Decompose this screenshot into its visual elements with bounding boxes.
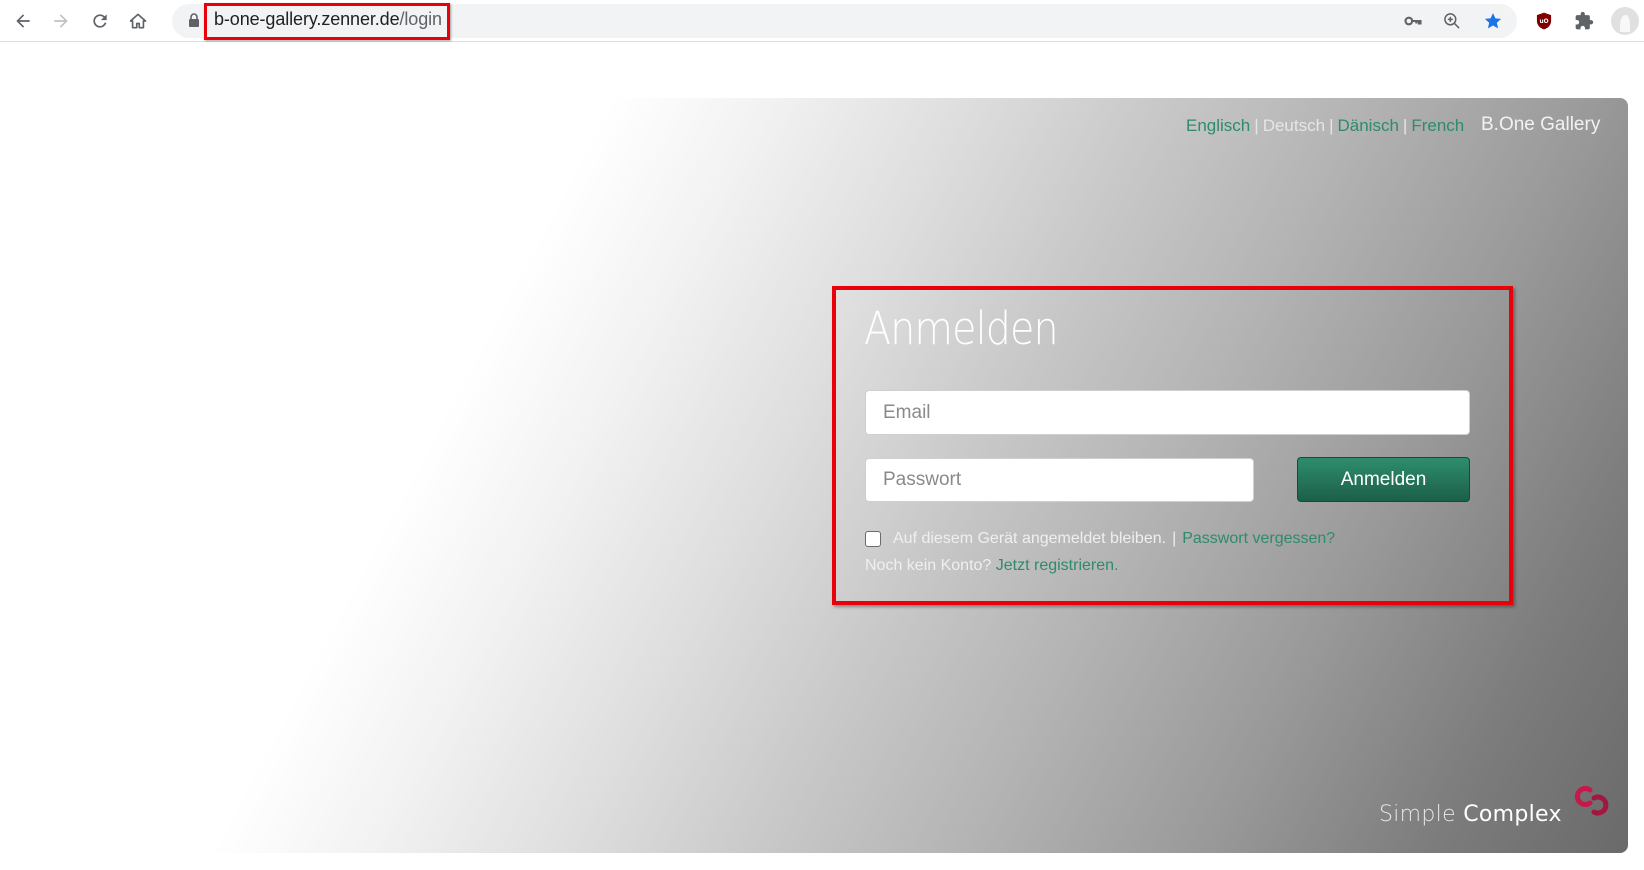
svg-text:uO: uO <box>1539 19 1548 25</box>
zoom-icon <box>1444 13 1460 29</box>
url-highlight-box <box>204 3 450 40</box>
profile-button[interactable] <box>1610 6 1640 36</box>
logo-word-complex: Complex <box>1463 802 1562 827</box>
lang-french[interactable]: French <box>1411 116 1464 135</box>
brand-title: B.One Gallery <box>1481 114 1601 135</box>
password-key-button[interactable] <box>1400 8 1426 34</box>
lang-separator: | <box>1329 116 1334 135</box>
reload-icon <box>93 14 107 28</box>
language-switcher: Englisch | Deutsch | Dänisch | French <box>1186 116 1464 136</box>
key-icon <box>1404 16 1422 26</box>
profile-avatar-icon <box>1611 7 1639 35</box>
ublock-extension-button[interactable]: uO <box>1531 8 1557 34</box>
lang-deutsch[interactable]: Deutsch <box>1263 116 1325 135</box>
back-icon <box>16 14 30 28</box>
logo-word-simple: Simple <box>1379 802 1456 827</box>
forward-icon <box>54 14 68 28</box>
lock-icon <box>189 13 199 27</box>
extensions-button[interactable] <box>1571 8 1597 34</box>
browser-toolbar: b-one-gallery.zenner.de/login uO <box>0 0 1644 42</box>
bookmark-button[interactable] <box>1480 8 1506 34</box>
back-button[interactable] <box>9 7 37 35</box>
lang-daenisch[interactable]: Dänisch <box>1337 116 1398 135</box>
forward-button[interactable] <box>47 7 75 35</box>
reload-button[interactable] <box>86 7 114 35</box>
simple-complex-logo: Simple Complex <box>1379 802 1562 827</box>
zoom-button[interactable] <box>1439 8 1465 34</box>
extensions-puzzle-icon <box>1575 11 1594 30</box>
home-icon <box>129 13 147 29</box>
login-form-highlight-box <box>832 286 1513 605</box>
lang-separator: | <box>1402 116 1408 135</box>
home-button[interactable] <box>124 7 152 35</box>
lang-englisch[interactable]: Englisch <box>1186 116 1250 135</box>
simple-complex-logo-icon <box>1574 786 1609 816</box>
ublock-origin-icon: uO <box>1536 12 1552 30</box>
lang-separator: | <box>1254 116 1259 135</box>
bookmark-star-icon <box>1484 13 1502 29</box>
